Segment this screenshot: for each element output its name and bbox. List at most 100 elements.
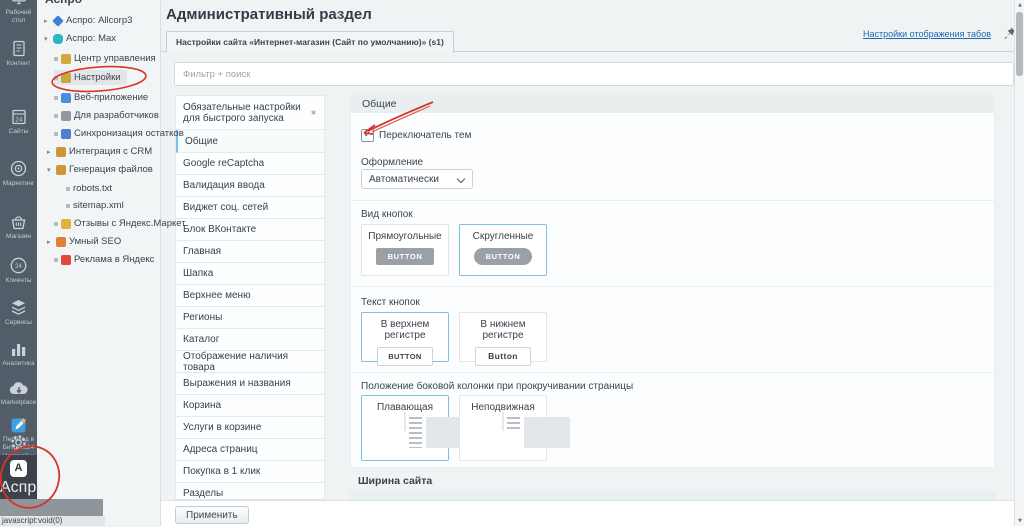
- tree-item-yandex-market-reviews[interactable]: Отзывы с Яндекс.Маркет: [54, 216, 186, 231]
- menu-item-cart[interactable]: Корзина: [176, 395, 324, 417]
- bitrix24-pencil-icon: [9, 415, 29, 435]
- circle-24-icon: 24: [8, 255, 29, 276]
- button-style-rounded-option[interactable]: Скругленные BUTTON: [459, 224, 547, 276]
- menu-item-sections[interactable]: Разделы: [176, 483, 324, 500]
- scrollbar-thumb[interactable]: [1016, 12, 1023, 76]
- menu-item-cart-services[interactable]: Услуги в корзине: [176, 417, 324, 439]
- button-text-section: Текст кнопок В верхнем регистре BUTTON В…: [351, 286, 994, 372]
- target-icon: [8, 158, 29, 179]
- tab-site-settings[interactable]: Настройки сайта «Интернет-магазин (Сайт …: [166, 31, 454, 53]
- theme-section: ✓ Переключатель тем Оформление Автоматич…: [351, 113, 994, 200]
- sidebar-item-aspro[interactable]: A Аспро: [0, 455, 37, 500]
- menu-item-top-menu[interactable]: Верхнее меню: [176, 285, 324, 307]
- scroll-up-icon[interactable]: ▲: [1015, 2, 1024, 8]
- chevron-down-icon[interactable]: ▾: [47, 166, 53, 174]
- bullet-icon: [54, 222, 58, 226]
- layers-icon: [8, 298, 29, 318]
- sidebar-item-services[interactable]: Сервисы: [0, 298, 37, 327]
- floating-preview: [404, 412, 406, 431]
- tree-item-smart-seo[interactable]: ▸ Умный SEO: [47, 234, 121, 249]
- tree-header: Аспро: [45, 0, 82, 7]
- sidebar-item-marketing[interactable]: Маркетинг: [0, 158, 37, 188]
- theme-switcher-checkbox[interactable]: ✓: [361, 129, 374, 142]
- filter-search-input[interactable]: [174, 62, 1014, 86]
- aspro-tree-panel: Аспро ▸ Аспро: Allcorp3 ▾ Аспро: Max Цен…: [37, 0, 161, 526]
- allcorp3-icon: [52, 15, 64, 27]
- cloud-download-icon: [8, 380, 30, 398]
- menu-item-social-widget[interactable]: Виджет соц. сетей: [176, 197, 324, 219]
- gear-icon: [9, 433, 28, 452]
- menu-item-one-click[interactable]: Покупка в 1 клик: [176, 461, 324, 483]
- files-chart-icon: [56, 165, 66, 175]
- sidebar-floating-option[interactable]: Плавающая: [361, 395, 449, 461]
- tabs-settings-link[interactable]: Настройки отображения табов: [863, 29, 991, 39]
- tree-item-web-app[interactable]: Веб-приложение: [54, 90, 148, 105]
- sidebar-item-content[interactable]: Контент: [0, 40, 37, 68]
- sidebar-item-desktop[interactable]: Рабочий стол: [0, 0, 37, 24]
- bullet-icon: [66, 204, 70, 208]
- menu-item-input-validation[interactable]: Валидация ввода: [176, 175, 324, 197]
- tree-item-aspro-max[interactable]: ▾ Аспро: Max: [44, 31, 116, 46]
- tree-item-robots-txt[interactable]: robots.txt: [66, 181, 112, 196]
- bullet-icon: [54, 57, 58, 61]
- menu-item-recaptcha[interactable]: Google reCaptcha: [176, 153, 324, 175]
- calendar-24-icon: 24: [9, 108, 29, 127]
- apply-button[interactable]: Применить: [175, 506, 249, 524]
- chevron-down-icon: [457, 175, 465, 183]
- tree-item-developers[interactable]: Для разработчиков: [54, 108, 159, 123]
- web-app-icon: [61, 93, 71, 103]
- sidebar-item-clients[interactable]: 24 Клиенты: [0, 255, 37, 285]
- browser-status-text: javascript:void(0): [0, 516, 105, 526]
- menu-item-main-page[interactable]: Главная: [176, 241, 324, 263]
- scroll-down-icon[interactable]: ▼: [1015, 518, 1024, 524]
- sidebar-item-marketplace[interactable]: Marketplace: [0, 380, 37, 407]
- menu-item-catalog[interactable]: Каталог: [176, 329, 324, 351]
- basket-icon: [8, 212, 29, 232]
- sidebar-item-sites[interactable]: 24 Сайты: [0, 108, 37, 136]
- button-style-label: Вид кнопок: [361, 209, 413, 220]
- sidebar-fixed-option[interactable]: Неподвижная: [459, 395, 547, 461]
- tree-item-yandex-ads[interactable]: Реклама в Яндекс: [54, 252, 154, 267]
- section-header-general: Общие: [350, 95, 995, 113]
- sidebar-item-store[interactable]: Магазин: [0, 212, 37, 241]
- tree-item-crm-integration[interactable]: ▸ Интеграция с CRM: [47, 144, 152, 159]
- tree-item-aspro-allcorp3[interactable]: ▸ Аспро: Allcorp3: [44, 13, 132, 28]
- aspro-logo-icon: A: [10, 460, 27, 477]
- tree-item-settings[interactable]: Настройки: [54, 70, 127, 85]
- page-scrollbar[interactable]: ▲ ▼: [1014, 0, 1024, 526]
- bullet-icon: [54, 114, 58, 118]
- menu-item-general[interactable]: Общие: [176, 130, 324, 153]
- chevron-right-icon[interactable]: ▸: [47, 238, 53, 246]
- tree-item-control-center[interactable]: Центр управления: [54, 51, 156, 66]
- menu-item-expressions[interactable]: Выражения и названия: [176, 373, 324, 395]
- button-text-lower-option[interactable]: В нижнем регистре Button: [459, 312, 547, 362]
- section-header-site-width: Ширина сайта: [358, 475, 432, 487]
- menu-item-regions[interactable]: Регионы: [176, 307, 324, 329]
- chevron-down-icon[interactable]: ▾: [44, 35, 50, 43]
- menu-item-stock-display[interactable]: Отображение наличия товара: [176, 351, 324, 373]
- favorite-star-icon[interactable]: ☆: [334, 8, 345, 22]
- star-icon: ∗: [310, 107, 317, 118]
- fixed-preview: [502, 412, 504, 431]
- sidebar-item-analytics[interactable]: Аналитика: [0, 340, 37, 368]
- tree-item-sitemap-xml[interactable]: sitemap.xml: [66, 198, 124, 213]
- general-settings-panel: ✓ Переключатель тем Оформление Автоматич…: [350, 113, 995, 468]
- chevron-right-icon[interactable]: ▸: [44, 17, 50, 25]
- status-bubble: [0, 499, 103, 516]
- tree-item-stock-sync[interactable]: Синхронизация остатков: [54, 126, 184, 141]
- bullet-icon: [54, 258, 58, 262]
- sidebar-position-section: Положение боковой колонки при прокручива…: [351, 372, 994, 468]
- appearance-select[interactable]: Автоматически: [361, 169, 473, 189]
- menu-item-quick-start[interactable]: Обязательные настройки для быстрого запу…: [176, 96, 324, 130]
- bar-chart-icon: [8, 340, 29, 359]
- menu-item-page-urls[interactable]: Адреса страниц: [176, 439, 324, 461]
- button-text-upper-option[interactable]: В верхнем регистре BUTTON: [361, 312, 449, 362]
- chevron-right-icon[interactable]: ▸: [47, 148, 53, 156]
- tree-item-file-generation[interactable]: ▾ Генерация файлов: [47, 162, 153, 177]
- brush-icon: [61, 73, 71, 83]
- svg-text:24: 24: [15, 117, 23, 124]
- menu-item-vk-block[interactable]: Блок ВКонтакте: [176, 219, 324, 241]
- menu-item-header[interactable]: Шапка: [176, 263, 324, 285]
- svg-text:24: 24: [15, 264, 22, 270]
- button-style-rectangular-option[interactable]: Прямоугольные BUTTON: [361, 224, 449, 276]
